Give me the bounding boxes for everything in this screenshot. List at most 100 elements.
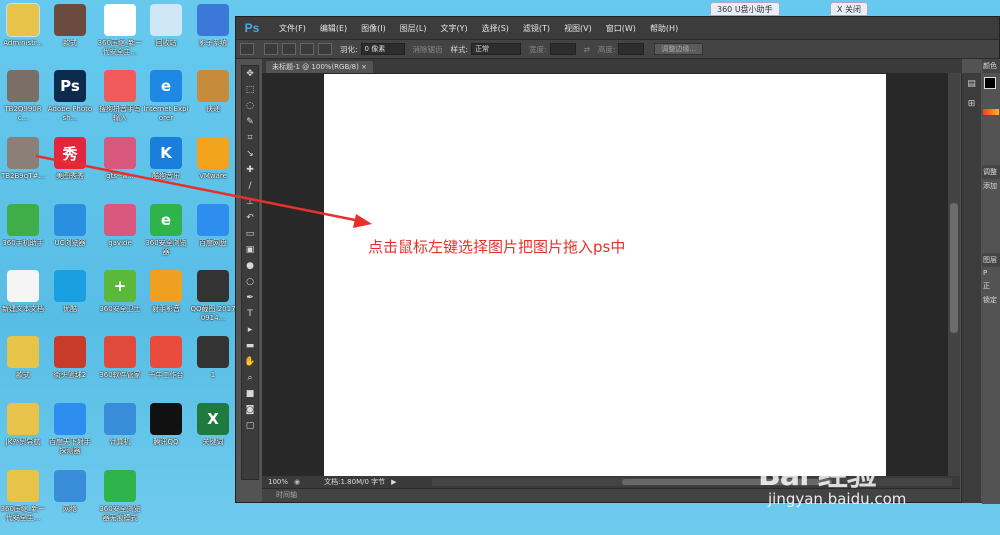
history-brush-tool-icon[interactable]: ↶ <box>242 210 258 226</box>
desktop-icon[interactable]: 新建文本文档 <box>0 270 46 314</box>
document-tab[interactable]: 未标题-1 @ 100%(RGB/8) × <box>266 61 373 73</box>
desktop-icon[interactable]: 回收站 <box>143 4 189 48</box>
refine-edge-button[interactable]: 调整边缘... <box>654 43 704 55</box>
blur-tool-icon[interactable]: ● <box>242 258 258 274</box>
history-panel-icon[interactable]: ▤ <box>965 79 979 93</box>
desktop-icon[interactable]: 网络 <box>47 470 93 514</box>
properties-panel-icon[interactable]: ⊞ <box>965 99 979 113</box>
pen-tool-icon[interactable]: ✒ <box>242 290 258 306</box>
desktop-icon[interactable]: 腾讯QQ <box>143 403 189 447</box>
document-canvas[interactable] <box>324 74 886 476</box>
quick-select-tool-icon[interactable]: ✎ <box>242 114 258 130</box>
desktop-icon[interactable]: QQ截图 20170914... <box>190 270 236 323</box>
add-selection-icon[interactable] <box>282 43 296 55</box>
desktop-icon[interactable]: VMware <box>190 137 236 181</box>
menu-view[interactable]: 视图(V) <box>557 23 599 34</box>
desktop-icon[interactable]: 360安全浏览器无痕模式 <box>97 470 143 523</box>
menu-file[interactable]: 文件(F) <box>272 23 313 34</box>
desktop-icon[interactable]: 优酷 <box>47 270 93 314</box>
width-input[interactable] <box>549 43 576 55</box>
brush-tool-icon[interactable]: / <box>242 178 258 194</box>
desktop-icon[interactable]: 百度天下射手探测器 <box>47 403 93 456</box>
desktop-icon[interactable]: e Internet Explorer <box>143 70 189 123</box>
desktop-icon[interactable]: 360压缩_新一代安全主... <box>0 470 46 523</box>
desktop-icon[interactable]: 秀美图秀秀 <box>47 137 93 181</box>
antialias-checkbox[interactable]: 消除锯齿 <box>413 44 443 55</box>
shape-tool-icon[interactable]: ▬ <box>242 338 258 354</box>
blend-mode-select[interactable]: 正 <box>982 279 1000 293</box>
color-panel-tab[interactable]: 颜色 <box>982 59 1000 73</box>
crop-tool-icon[interactable]: ⌗ <box>242 130 258 146</box>
zoom-level[interactable]: 100% <box>268 478 288 486</box>
quick-mask-icon[interactable]: ◙ <box>242 402 258 418</box>
desktop-icon[interactable]: TB2Q990Rc... <box>0 70 46 123</box>
layers-panel-tab[interactable]: 图层 <box>982 253 1000 267</box>
eyedropper-tool-icon[interactable]: ↘ <box>242 146 258 162</box>
desktop-icon[interactable]: 1 <box>190 336 236 380</box>
menu-select[interactable]: 选择(S) <box>475 23 516 34</box>
color-ramp[interactable] <box>983 109 999 115</box>
vertical-scroll-thumb[interactable] <box>950 203 958 333</box>
desktop-icon[interactable]: 快递 <box>190 70 236 114</box>
color-swatches-icon[interactable]: ■ <box>242 386 258 402</box>
adjustments-panel-tab[interactable]: 调整 <box>982 165 1000 179</box>
desktop-icon[interactable]: TB2B9qT#... <box>0 137 46 181</box>
desktop-icon[interactable]: 影子系统 <box>190 4 236 48</box>
desktop-icon[interactable]: e 360安全浏览器 <box>143 204 189 257</box>
desktop-icon[interactable]: 计算机 <box>97 403 143 447</box>
desktop-icon[interactable]: gavide <box>97 204 143 248</box>
move-tool-icon[interactable]: ✥ <box>242 66 258 82</box>
swap-icon[interactable]: ⇄ <box>584 45 590 54</box>
desktop-icon[interactable]: JK外贸导航 <box>0 403 46 447</box>
menu-filter[interactable]: 滤镜(T) <box>516 23 557 34</box>
menu-window[interactable]: 窗口(W) <box>599 23 643 34</box>
desktop-icon[interactable]: UC浏览器 <box>47 204 93 248</box>
desktop-icon[interactable]: Administr... <box>0 3 46 48</box>
menu-edit[interactable]: 编辑(E) <box>313 23 354 34</box>
desktop-icon[interactable]: 款式 <box>47 4 93 48</box>
zoom-tool-icon[interactable]: ⌕ <box>242 370 258 386</box>
status-info-icon[interactable]: ◉ <box>294 478 300 486</box>
desktop-icon[interactable]: +360安全卫士 <box>97 270 143 314</box>
eraser-tool-icon[interactable]: ▭ <box>242 226 258 242</box>
status-menu-icon[interactable]: ▶ <box>391 478 396 486</box>
layer-filter-kind[interactable]: P <box>982 267 1000 279</box>
foreground-color-swatch[interactable] <box>984 77 996 89</box>
new-selection-icon[interactable] <box>264 43 278 55</box>
menu-image[interactable]: 图像(I) <box>354 23 393 34</box>
type-tool-icon[interactable]: T <box>242 306 258 322</box>
clone-stamp-tool-icon[interactable]: ⊥ <box>242 194 258 210</box>
screen-mode-icon[interactable]: ▢ <box>242 418 258 434</box>
desktop-icon[interactable]: 千牛工作台 <box>143 336 189 380</box>
healing-tool-icon[interactable]: ✚ <box>242 162 258 178</box>
gradient-tool-icon[interactable]: ▣ <box>242 242 258 258</box>
desktop-icon[interactable]: 搜狗拼音手写输入 <box>97 70 143 123</box>
height-input[interactable] <box>618 43 645 55</box>
style-select[interactable]: 正常 <box>471 43 522 55</box>
desktop-icon[interactable]: 百度网盘 <box>190 204 236 248</box>
desktop-icon[interactable]: 360手机助手 <box>0 204 46 248</box>
desktop-icon[interactable]: Ps Adobe Photosh... <box>47 70 93 123</box>
desktop-icon[interactable]: 360软件管家 <box>97 336 143 380</box>
desktop-icon[interactable]: K 酷狗音乐 <box>143 137 189 181</box>
hand-tool-icon[interactable]: ✋ <box>242 354 258 370</box>
subtract-selection-icon[interactable] <box>300 43 314 55</box>
desktop-icon[interactable]: 款式 <box>0 336 46 380</box>
path-select-tool-icon[interactable]: ▸ <box>242 322 258 338</box>
feather-input[interactable]: 0 像素 <box>360 43 405 55</box>
lasso-tool-icon[interactable]: ◌ <box>242 98 258 114</box>
desktop-icon[interactable]: 射手影音 <box>143 270 189 314</box>
browser-tab[interactable]: X 关闭 <box>830 2 869 16</box>
intersect-selection-icon[interactable] <box>318 43 332 55</box>
vertical-scrollbar[interactable] <box>948 73 960 476</box>
menu-type[interactable]: 文字(Y) <box>433 23 474 34</box>
desktop-icon[interactable]: X 关键词 <box>190 403 236 447</box>
browser-tab[interactable]: 360 U盘小助手 <box>710 2 780 16</box>
menu-help[interactable]: 帮助(H) <box>643 23 685 34</box>
menu-layer[interactable]: 图层(L) <box>393 23 434 34</box>
desktop-icon[interactable]: gts--w... <box>97 137 143 181</box>
marquee-tool-icon[interactable]: ⬚ <box>242 82 258 98</box>
desktop-icon[interactable]: 360压缩_新一代安全主... <box>97 4 143 57</box>
desktop-icon[interactable]: 街头篮球2 <box>47 336 93 380</box>
marquee-tool-preset-icon[interactable] <box>240 43 254 55</box>
